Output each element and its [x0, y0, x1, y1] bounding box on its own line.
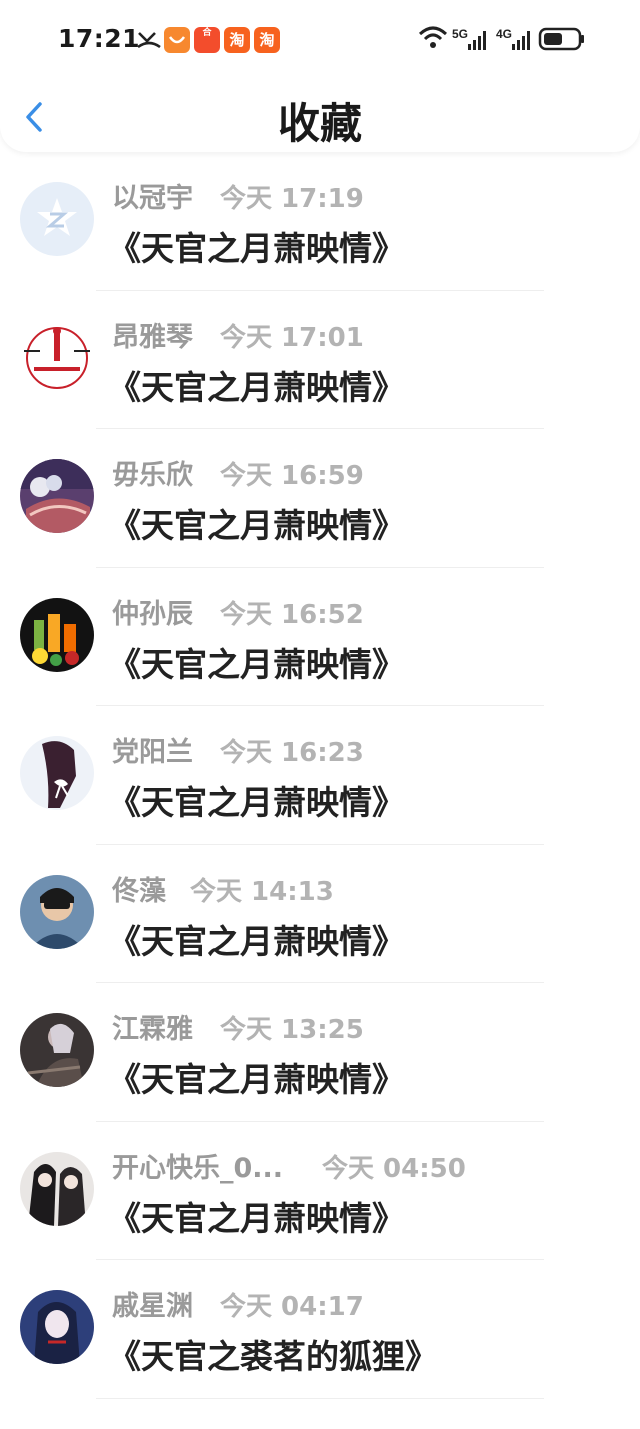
- network-5g-label: 5G: [452, 27, 468, 41]
- favorite-title: 《天官之月萧映情》: [108, 229, 405, 268]
- list-item[interactable]: 昂雅琴 今天 17:01 《天官之月萧映情》: [0, 291, 640, 429]
- list-item[interactable]: 开心快乐_0... 今天 04:50 《天官之月萧映情》: [0, 1122, 640, 1260]
- favorite-title: 《天官之月萧映情》: [108, 921, 405, 961]
- favorites-list: 以冠宇 今天 17:19 《天官之月萧映情》 昂雅琴 今天 17:01 《天官之…: [0, 152, 640, 1399]
- signal-5g-icon: [468, 31, 486, 50]
- taobao-icon: 淘: [254, 27, 280, 53]
- timestamp: 今天 04:50: [322, 1153, 466, 1184]
- avatar[interactable]: [20, 182, 94, 256]
- list-item[interactable]: 毋乐欣 今天 16:59 《天官之月萧映情》: [0, 429, 640, 568]
- status-time: 17:21: [58, 24, 141, 53]
- favorite-title: 《天官之月萧映情》: [108, 1060, 405, 1099]
- avatar[interactable]: [20, 320, 94, 395]
- list-item[interactable]: 江霖雅 今天 13:25 《天官之月萧映情》: [0, 983, 640, 1122]
- username: 仲孙辰: [112, 598, 193, 630]
- avatar[interactable]: [20, 736, 94, 810]
- divider: [96, 1397, 544, 1399]
- username: 党阳兰: [112, 737, 193, 768]
- avatar[interactable]: [20, 874, 94, 949]
- page-title: 收藏: [277, 99, 362, 148]
- username: 佟藻: [112, 875, 166, 907]
- favorite-title: 《天官之月萧映情》: [108, 1198, 405, 1238]
- favorite-title: 《天官之月萧映情》: [108, 644, 405, 684]
- top-bar: 17:21 合 淘 淘 5G 4G 收藏: [0, 0, 640, 152]
- avatar[interactable]: [20, 597, 94, 672]
- list-item[interactable]: 党阳兰 今天 16:23 《天官之月萧映情》: [0, 706, 640, 845]
- username: 以冠宇: [112, 183, 193, 214]
- timestamp: 今天 16:59: [220, 461, 364, 491]
- missed-call-icon: [137, 32, 161, 49]
- battery-icon: [538, 27, 584, 51]
- list-item[interactable]: 仲孙辰 今天 16:52 《天官之月萧映情》: [0, 568, 640, 706]
- app-notification-icon: 合: [194, 27, 220, 53]
- timestamp: 今天 04:17: [220, 1292, 364, 1322]
- favorite-title: 《天官之月萧映情》: [108, 783, 405, 822]
- timestamp: 今天 17:19: [220, 184, 364, 214]
- favorite-title: 《天官之月萧映情》: [108, 367, 405, 407]
- favorite-title: 《天官之裘茗的狐狸》: [108, 1337, 438, 1376]
- favorite-title: 《天官之月萧映情》: [108, 506, 405, 545]
- avatar[interactable]: [20, 459, 94, 533]
- avatar[interactable]: [20, 1151, 94, 1226]
- network-4g-label: 4G: [496, 27, 512, 41]
- avatar[interactable]: [20, 1013, 94, 1087]
- list-item[interactable]: 戚星渊 今天 04:17 《天官之裘茗的狐狸》: [0, 1260, 640, 1399]
- username: 毋乐欣: [112, 460, 193, 491]
- list-item[interactable]: 以冠宇 今天 17:19 《天官之月萧映情》: [0, 152, 640, 291]
- avatar[interactable]: [20, 1290, 94, 1364]
- username: 开心快乐_0...: [112, 1152, 284, 1184]
- username: 昂雅琴: [112, 321, 193, 353]
- nav-bar: 收藏: [0, 80, 640, 152]
- status-bar: 17:21 合 淘 淘 5G 4G: [0, 0, 640, 80]
- timestamp: 今天 16:23: [220, 738, 364, 768]
- timestamp: 今天 16:52: [220, 599, 364, 630]
- wifi-icon: [418, 26, 448, 48]
- timestamp: 今天 13:25: [220, 1015, 364, 1045]
- taobao-icon: 淘: [224, 27, 250, 53]
- timestamp: 今天 14:13: [190, 876, 334, 907]
- app-notification-icon: [164, 27, 190, 53]
- list-item[interactable]: 佟藻 今天 14:13 《天官之月萧映情》: [0, 845, 640, 983]
- username: 戚星渊: [112, 1291, 193, 1322]
- timestamp: 今天 17:01: [220, 322, 364, 353]
- signal-4g-icon: [512, 31, 530, 50]
- system-status-icons: 5G 4G: [418, 26, 584, 51]
- username: 江霖雅: [112, 1014, 193, 1045]
